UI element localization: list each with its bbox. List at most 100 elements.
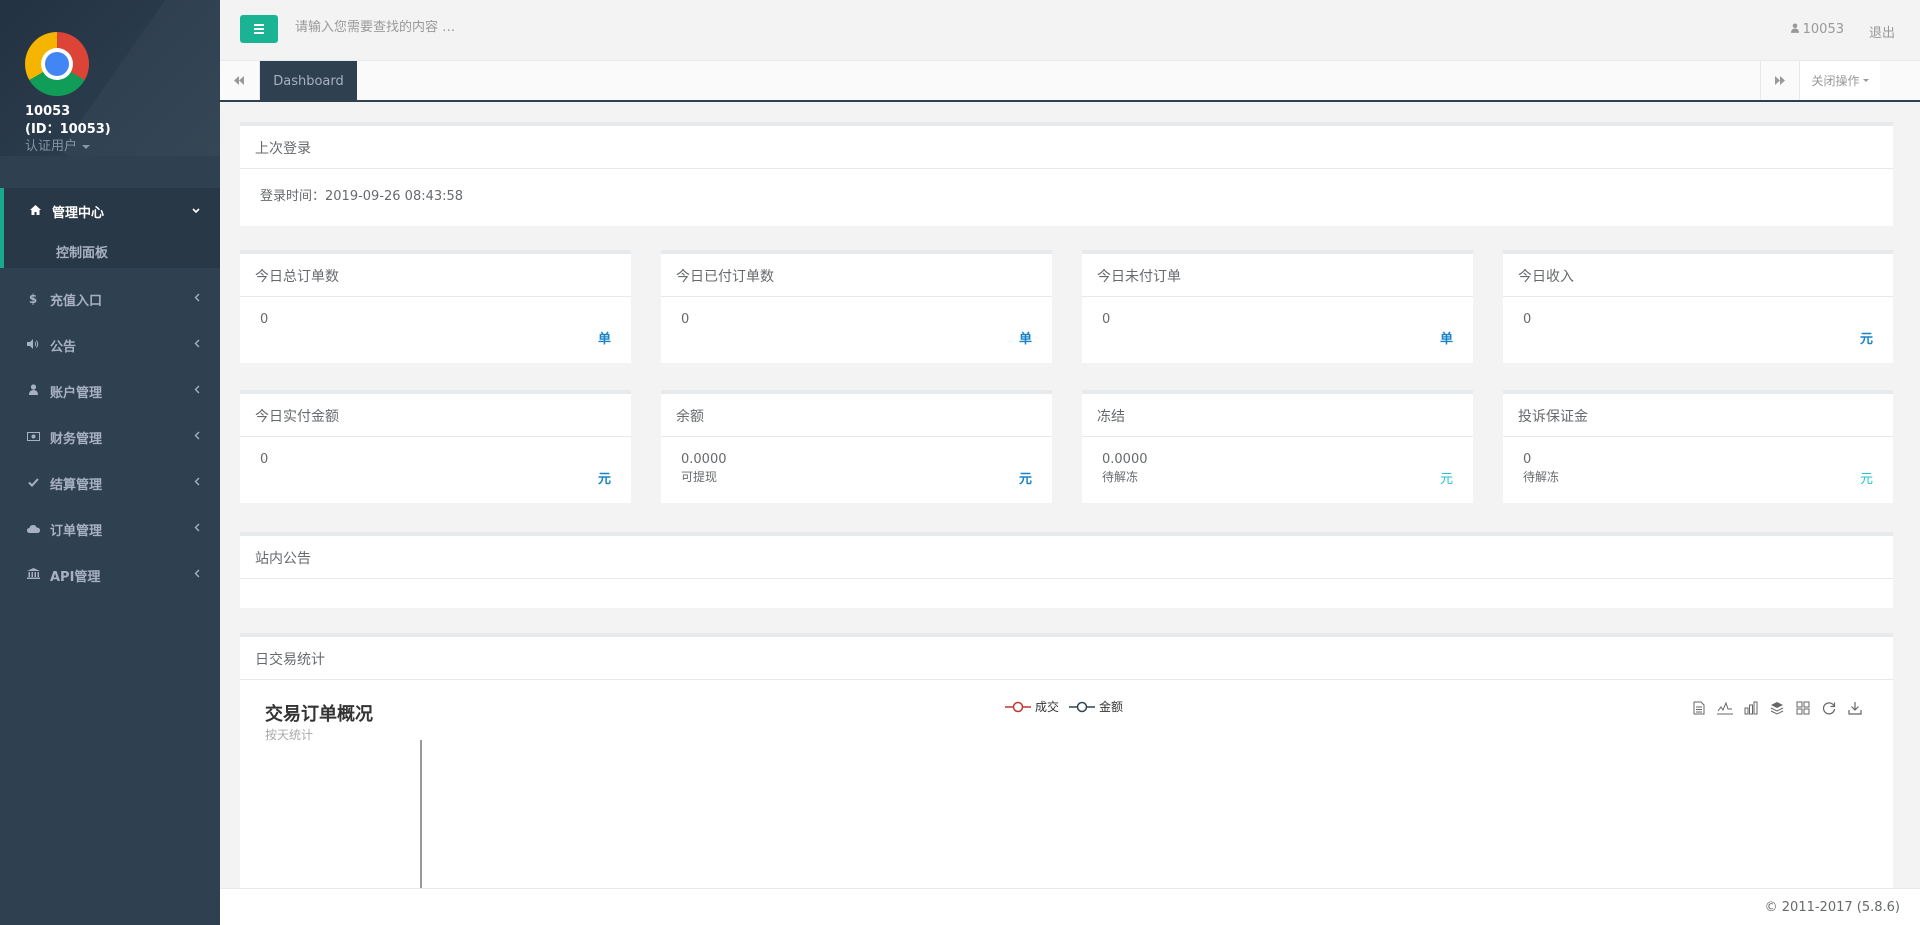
chart-area: 交易订单概况 按天统计 成交 金额 [240, 680, 1893, 888]
stat-title: 今日总订单数 [240, 254, 631, 297]
cloud-icon [25, 523, 41, 536]
profile-name: 10053 [25, 104, 71, 119]
stat-subtext: 可提现 [681, 470, 718, 484]
daily-stats-panel: 日交易统计 交易订单概况 按天统计 成交 金额 [240, 633, 1893, 888]
chevron-left-icon [194, 568, 200, 581]
stat-card: 余额 0.0000 可提现 元 [661, 390, 1052, 503]
chevron-left-icon [194, 338, 200, 351]
stat-unit: 单 [1018, 332, 1032, 347]
home-icon [27, 204, 43, 218]
data-view-icon[interactable] [1691, 700, 1707, 716]
dollar-icon: $ [28, 292, 38, 306]
top-user-link[interactable]: 10053 [1790, 22, 1844, 37]
logout-link[interactable]: 退出 [1869, 22, 1895, 41]
panel-title: 日交易统计 [240, 637, 1893, 680]
stat-card: 冻结 0.0000 待解冻 元 [1082, 390, 1473, 503]
stat-value: 0.0000 [1102, 452, 1148, 467]
sidebar-item-label: 结算管理 [50, 477, 103, 493]
sidebar-item-label: 财务管理 [50, 431, 103, 447]
sidebar-item-settlement[interactable]: 结算管理 [0, 460, 220, 506]
profile-id: (ID：10053) [25, 122, 111, 137]
forward-icon [1774, 76, 1785, 85]
tiled-icon[interactable] [1795, 700, 1811, 716]
sidebar-item-finance[interactable]: 财务管理 [0, 414, 220, 460]
stat-unit: 元 [1018, 472, 1032, 487]
user-icon [1790, 22, 1799, 37]
top-username: 10053 [1802, 22, 1844, 37]
stat-title: 今日实付金额 [240, 394, 631, 437]
refresh-icon[interactable] [1821, 700, 1837, 716]
footer: © 2011-2017 (5.8.6) [220, 888, 1920, 925]
sidebar-item-recharge[interactable]: $ 充值入口 [0, 276, 220, 322]
stat-card: 今日实付金额 0 元 [240, 390, 631, 503]
legend-item-amount[interactable]: 金额 [1069, 698, 1123, 715]
chart-toolbox [1691, 700, 1863, 716]
caret-down-icon [82, 144, 91, 149]
stat-unit: 元 [1859, 472, 1873, 487]
chart-plot [420, 740, 422, 888]
download-icon[interactable] [1847, 700, 1863, 716]
sidebar-item-management-center[interactable]: 管理中心 [4, 188, 220, 234]
user-icon [25, 384, 41, 398]
stat-title: 余额 [661, 394, 1052, 437]
stat-card: 今日总订单数 0 单 [240, 250, 631, 363]
sidebar-subitem-control-panel[interactable]: 控制面板 [4, 234, 220, 268]
chart-legend: 成交 金额 [1005, 698, 1123, 715]
tabs-bar: Dashboard 关闭操作 [220, 61, 1920, 102]
site-notice-panel: 站内公告 [240, 532, 1893, 608]
avatar[interactable] [25, 32, 89, 96]
sidebar-item-label: 账户管理 [50, 385, 103, 401]
chevron-left-icon [194, 476, 200, 489]
profile-role-dropdown[interactable]: 认证用户 [25, 139, 220, 155]
stat-value: 0 [1523, 452, 1532, 467]
line-chart-icon[interactable] [1717, 700, 1733, 716]
money-icon [25, 431, 41, 444]
panel-title: 站内公告 [240, 536, 1893, 579]
close-operations-dropdown[interactable]: 关闭操作 [1800, 61, 1880, 100]
sidebar-item-label: 订单管理 [50, 523, 103, 539]
bar-chart-icon[interactable] [1743, 700, 1759, 716]
sidebar-toggle-button[interactable] [240, 15, 278, 43]
volume-icon [25, 338, 41, 352]
stat-card: 今日收入 0 元 [1503, 250, 1893, 363]
check-icon [25, 477, 41, 490]
tabs-scroll-right-button[interactable] [1760, 61, 1800, 100]
stack-icon[interactable] [1769, 700, 1785, 716]
main-content: 上次登录 登录时间：2019-09-26 08:43:58 今日总订单数 0 单… [220, 102, 1920, 888]
stat-value: 0 [260, 452, 269, 467]
stat-subtext: 待解冻 [1523, 470, 1560, 484]
chart-title: 交易订单概况 [265, 704, 373, 725]
sidebar-item-label: 充值入口 [50, 293, 103, 309]
stat-unit: 单 [1439, 332, 1453, 347]
stat-title: 今日已付订单数 [661, 254, 1052, 297]
sidebar-item-label: API管理 [50, 569, 101, 585]
sidebar-item-api[interactable]: API管理 [0, 552, 220, 598]
sidebar-item-account[interactable]: 账户管理 [0, 368, 220, 414]
backward-icon [234, 76, 244, 85]
last-login-panel: 上次登录 登录时间：2019-09-26 08:43:58 [240, 122, 1893, 226]
sidebar: 10053 (ID：10053) 认证用户 管理中心 控制面板 $ 充值入口 公… [0, 0, 220, 925]
stat-unit: 元 [597, 472, 611, 487]
stat-value: 0.0000 [681, 452, 727, 467]
sidebar-item-label: 管理中心 [52, 205, 105, 221]
stat-unit: 元 [1859, 332, 1873, 347]
tabs-scroll-left-button[interactable] [220, 61, 260, 100]
stat-value: 0 [1102, 312, 1111, 327]
sidebar-item-announcement[interactable]: 公告 [0, 322, 220, 368]
chevron-left-icon [194, 430, 200, 443]
nav-group-management-center: 管理中心 控制面板 [0, 188, 220, 268]
stat-card: 投诉保证金 0 待解冻 元 [1503, 390, 1893, 503]
chevron-left-icon [194, 384, 200, 397]
top-navbar: 10053 退出 [220, 0, 1920, 61]
chevron-down-icon [192, 204, 200, 217]
legend-label: 金额 [1099, 700, 1124, 714]
sidebar-item-orders[interactable]: 订单管理 [0, 506, 220, 552]
stat-subtext: 待解冻 [1102, 470, 1139, 484]
legend-item-deal[interactable]: 成交 [1005, 698, 1059, 715]
tab-dashboard[interactable]: Dashboard [260, 61, 357, 102]
caret-down-icon [1862, 79, 1869, 82]
stat-card: 今日已付订单数 0 单 [661, 250, 1052, 363]
search-input[interactable] [295, 20, 695, 35]
chevron-left-icon [194, 292, 200, 305]
chevron-left-icon [194, 522, 200, 535]
